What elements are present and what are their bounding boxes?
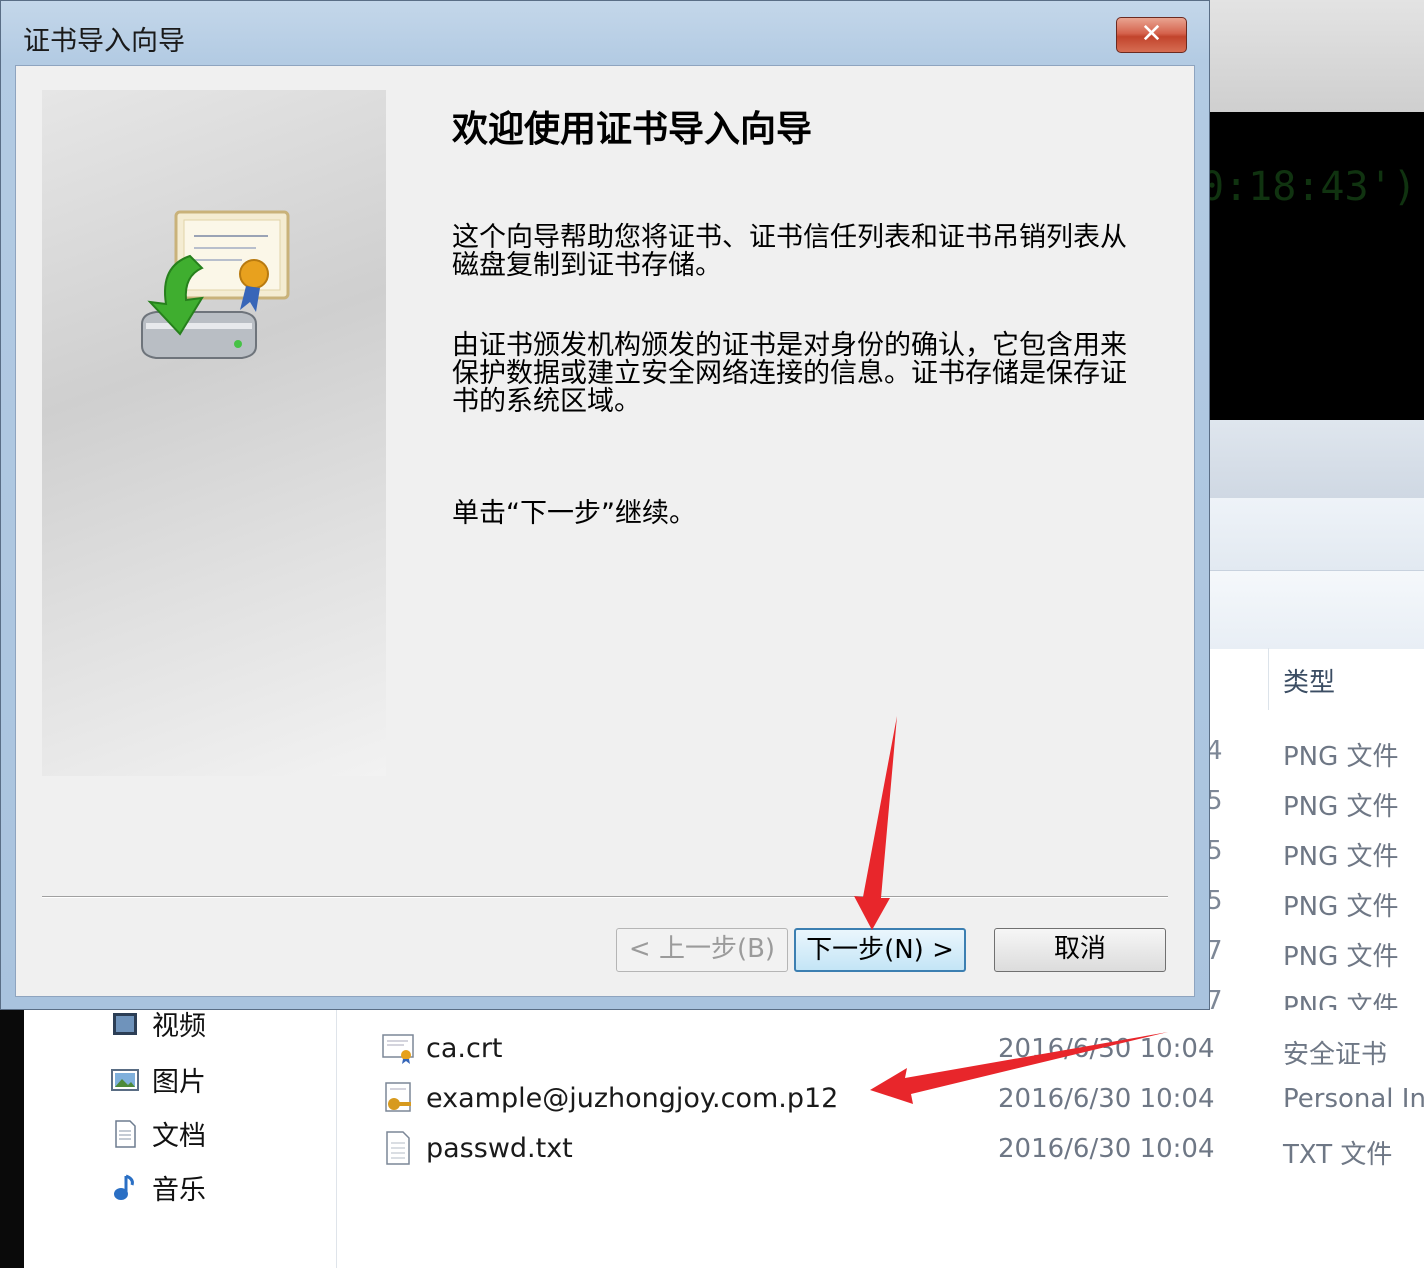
nav-item-documents[interactable]: 文档 bbox=[110, 1114, 206, 1153]
file-date: 2016/6/30 10:04 bbox=[998, 1034, 1215, 1064]
file-date: 2016/6/30 10:04 bbox=[998, 1084, 1215, 1114]
close-button[interactable]: ✕ bbox=[1116, 17, 1187, 53]
pictures-icon bbox=[111, 1068, 139, 1091]
background-addressbar bbox=[1210, 498, 1424, 571]
certificate-import-wizard: 证书导入向导 ✕ 欢迎使用证书导入向导 这个向导帮助您将证书、证书信任列表和证书… bbox=[0, 0, 1210, 1010]
cancel-button[interactable]: 取消 bbox=[994, 928, 1166, 972]
text-file-icon bbox=[386, 1131, 410, 1165]
file-name: example@juzhongjoy.com.p12 bbox=[426, 1082, 839, 1114]
nav-item-pictures[interactable]: 图片 bbox=[110, 1060, 206, 1099]
nav-item-music[interactable]: 音乐 bbox=[110, 1168, 206, 1207]
certificate-file-icon bbox=[382, 1034, 414, 1064]
background-window-titlebar bbox=[1210, 0, 1424, 112]
file-row-passwd[interactable]: passwd.txt bbox=[380, 1130, 573, 1166]
dialog-title: 证书导入向导 bbox=[23, 26, 185, 57]
back-button[interactable]: < 上一步(B) bbox=[616, 928, 788, 972]
file-row-p12[interactable]: example@juzhongjoy.com.p12 bbox=[380, 1080, 838, 1116]
file-type: Personal In bbox=[1283, 1084, 1424, 1114]
type-cell: PNG 文件 bbox=[1283, 742, 1399, 772]
dialog-client-area: 欢迎使用证书导入向导 这个向导帮助您将证书、证书信任列表和证书吊销列表从磁盘复制… bbox=[15, 65, 1195, 997]
wizard-instruction-text: 单击“下一步”继续。 bbox=[452, 498, 696, 529]
pfx-file-icon bbox=[385, 1082, 411, 1112]
wizard-side-art bbox=[42, 90, 386, 776]
type-cell: PNG 文件 bbox=[1283, 892, 1399, 922]
file-type: 安全证书 bbox=[1283, 1040, 1388, 1070]
type-cell: PNG 文件 bbox=[1283, 792, 1399, 822]
file-name: passwd.txt bbox=[426, 1132, 573, 1164]
music-icon bbox=[114, 1174, 134, 1200]
button-separator bbox=[42, 896, 1168, 898]
file-name: ca.crt bbox=[426, 1032, 503, 1064]
type-cell: PNG 文件 bbox=[1283, 842, 1399, 872]
desktop-edge bbox=[0, 1010, 24, 1268]
close-icon: ✕ bbox=[1140, 19, 1163, 49]
column-header-type[interactable]: 类型 bbox=[1268, 648, 1424, 710]
background-toolbar bbox=[1210, 420, 1424, 498]
next-button[interactable]: 下一步(N) > bbox=[794, 928, 966, 972]
wizard-intro-text: 这个向导帮助您将证书、证书信任列表和证书吊销列表从磁盘复制到证书存储。 bbox=[452, 222, 1127, 281]
documents-icon bbox=[115, 1119, 136, 1148]
wizard-description-text: 由证书颁发机构颁发的证书是对身份的确认，它包含用来保护数据或建立安全网络连接的信… bbox=[452, 330, 1127, 417]
background-commandbar bbox=[1210, 571, 1424, 649]
file-type: TXT 文件 bbox=[1283, 1140, 1393, 1170]
wizard-heading: 欢迎使用证书导入向导 bbox=[452, 109, 813, 150]
certificate-import-icon bbox=[141, 210, 290, 359]
background-console: 0:18:43') bbox=[1210, 112, 1424, 420]
type-cell: PNG 文件 bbox=[1283, 942, 1399, 972]
file-date: 2016/6/30 10:04 bbox=[998, 1134, 1215, 1164]
console-text: 0:18:43') bbox=[1210, 164, 1417, 210]
video-icon bbox=[113, 1012, 137, 1035]
file-row-ca-crt[interactable]: ca.crt bbox=[380, 1030, 503, 1066]
